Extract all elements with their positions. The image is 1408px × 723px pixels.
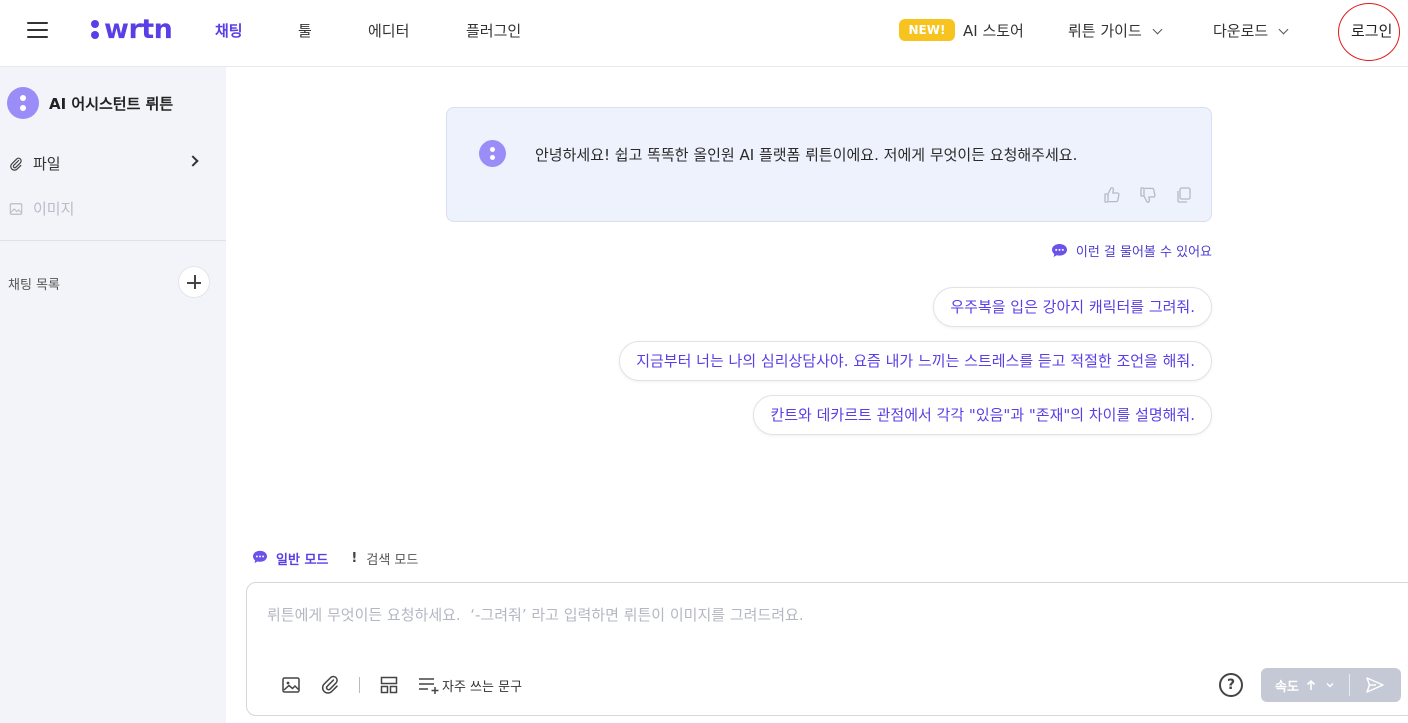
- arrow-up-icon: [1306, 679, 1316, 690]
- suggestion-chip[interactable]: 우주복을 입은 강아지 캐릭터를 그려줘.: [933, 287, 1212, 327]
- nav-download-dropdown[interactable]: 다운로드: [1213, 20, 1289, 41]
- nav-plugins[interactable]: 플러그인: [466, 20, 521, 41]
- suggestion-chip[interactable]: 지금부터 너는 나의 심리상담사야. 요즘 내가 느끼는 스트레스를 듣고 적절…: [619, 341, 1212, 381]
- image-upload-icon[interactable]: [281, 675, 301, 695]
- mode-normal-label: 일반 모드: [276, 553, 329, 568]
- message-input[interactable]: [267, 606, 1067, 624]
- new-badge: NEW!: [899, 19, 955, 41]
- send-button[interactable]: [1350, 668, 1400, 702]
- nav-ai-store[interactable]: AI 스토어: [963, 20, 1024, 41]
- image-icon: [8, 201, 24, 217]
- composer-toolbar: 자주 쓰는 문구: [281, 675, 522, 695]
- chat-bubble-icon: [1051, 243, 1068, 258]
- nav-chat[interactable]: 채팅: [215, 20, 243, 41]
- list-add-icon: [419, 678, 439, 694]
- chevron-down-icon: [1326, 682, 1334, 688]
- plus-icon[interactable]: [178, 266, 210, 298]
- toolbar-divider: [359, 677, 360, 693]
- mode-tabs: 일반 모드 ! 검색 모드: [252, 549, 440, 568]
- speed-selector[interactable]: 속도: [1261, 668, 1349, 702]
- download-label: 다운로드: [1213, 22, 1269, 40]
- sidebar: AI 어시스턴트 뤼튼 파일 이미지 채팅 목록: [0, 67, 226, 723]
- suggestion-hint: 이런 걸 물어볼 수 있어요: [1051, 241, 1212, 260]
- layout-icon[interactable]: [379, 675, 399, 695]
- assistant-header[interactable]: AI 어시스턴트 뤼튼: [7, 87, 173, 119]
- send-controls: 속도: [1261, 668, 1401, 702]
- menu-icon[interactable]: [27, 22, 48, 38]
- thumbs-down-icon[interactable]: [1139, 186, 1157, 204]
- chevron-down-icon: [1152, 24, 1163, 35]
- nav-editor[interactable]: 에디터: [368, 20, 409, 41]
- top-navigation-bar: wrtn 채팅 툴 에디터 플러그인 NEW! AI 스토어 뤼튼 가이드 다운…: [0, 0, 1408, 67]
- send-icon: [1366, 677, 1384, 693]
- speed-label: 속도: [1275, 679, 1299, 695]
- chevron-right-icon[interactable]: [187, 155, 199, 167]
- sidebar-divider: [0, 240, 226, 241]
- image-label: 이미지: [33, 200, 75, 218]
- thumbs-up-icon[interactable]: [1103, 186, 1121, 204]
- mode-normal-tab[interactable]: 일반 모드: [252, 549, 328, 568]
- paperclip-icon[interactable]: [320, 675, 340, 695]
- chat-list-label: 채팅 목록: [8, 278, 60, 293]
- sidebar-item-image[interactable]: 이미지: [8, 198, 74, 219]
- paperclip-icon: [8, 156, 24, 172]
- assistant-title: AI 어시스턴트 뤼튼: [49, 94, 174, 113]
- bot-avatar-icon: [7, 87, 39, 119]
- sidebar-item-file[interactable]: 파일: [8, 153, 61, 174]
- message-composer: 자주 쓰는 문구 ? 속도: [246, 582, 1408, 716]
- guide-label: 뤼튼 가이드: [1068, 22, 1142, 40]
- suggestion-hint-text: 이런 걸 물어볼 수 있어요: [1075, 245, 1212, 260]
- nav-tools[interactable]: 툴: [298, 20, 312, 41]
- greeting-message: 안녕하세요! 쉽고 똑똑한 올인원 AI 플랫폼 뤼튼이에요. 저에게 무엇이든…: [446, 107, 1212, 222]
- help-icon[interactable]: ?: [1219, 673, 1243, 697]
- file-label: 파일: [33, 155, 61, 173]
- logo-dots-icon: [90, 17, 100, 41]
- chevron-down-icon: [1278, 24, 1289, 35]
- suggestion-chip[interactable]: 칸트와 데카르트 관점에서 각각 "있음"과 "존재"의 차이를 설명해줘.: [753, 395, 1212, 435]
- nav-guide-dropdown[interactable]: 뤼튼 가이드: [1068, 20, 1163, 41]
- logo-text: wrtn: [104, 13, 173, 45]
- bot-avatar-icon: [479, 140, 506, 167]
- wrtn-logo[interactable]: wrtn: [90, 13, 173, 45]
- mode-search-tab[interactable]: ! 검색 모드: [350, 549, 418, 568]
- frequent-phrases-button[interactable]: 자주 쓰는 문구: [418, 676, 522, 695]
- frequent-phrases-label: 자주 쓰는 문구: [442, 679, 523, 695]
- greeting-text: 안녕하세요! 쉽고 똑똑한 올인원 AI 플랫폼 뤼튼이에요. 저에게 무엇이든…: [535, 146, 1078, 164]
- copy-icon[interactable]: [1175, 186, 1193, 204]
- mode-search-label: 검색 모드: [366, 553, 419, 568]
- login-button[interactable]: 로그인: [1351, 20, 1392, 41]
- message-actions: [1103, 186, 1193, 204]
- exclamation-icon: !: [351, 551, 358, 566]
- chat-bubble-icon: [252, 550, 268, 568]
